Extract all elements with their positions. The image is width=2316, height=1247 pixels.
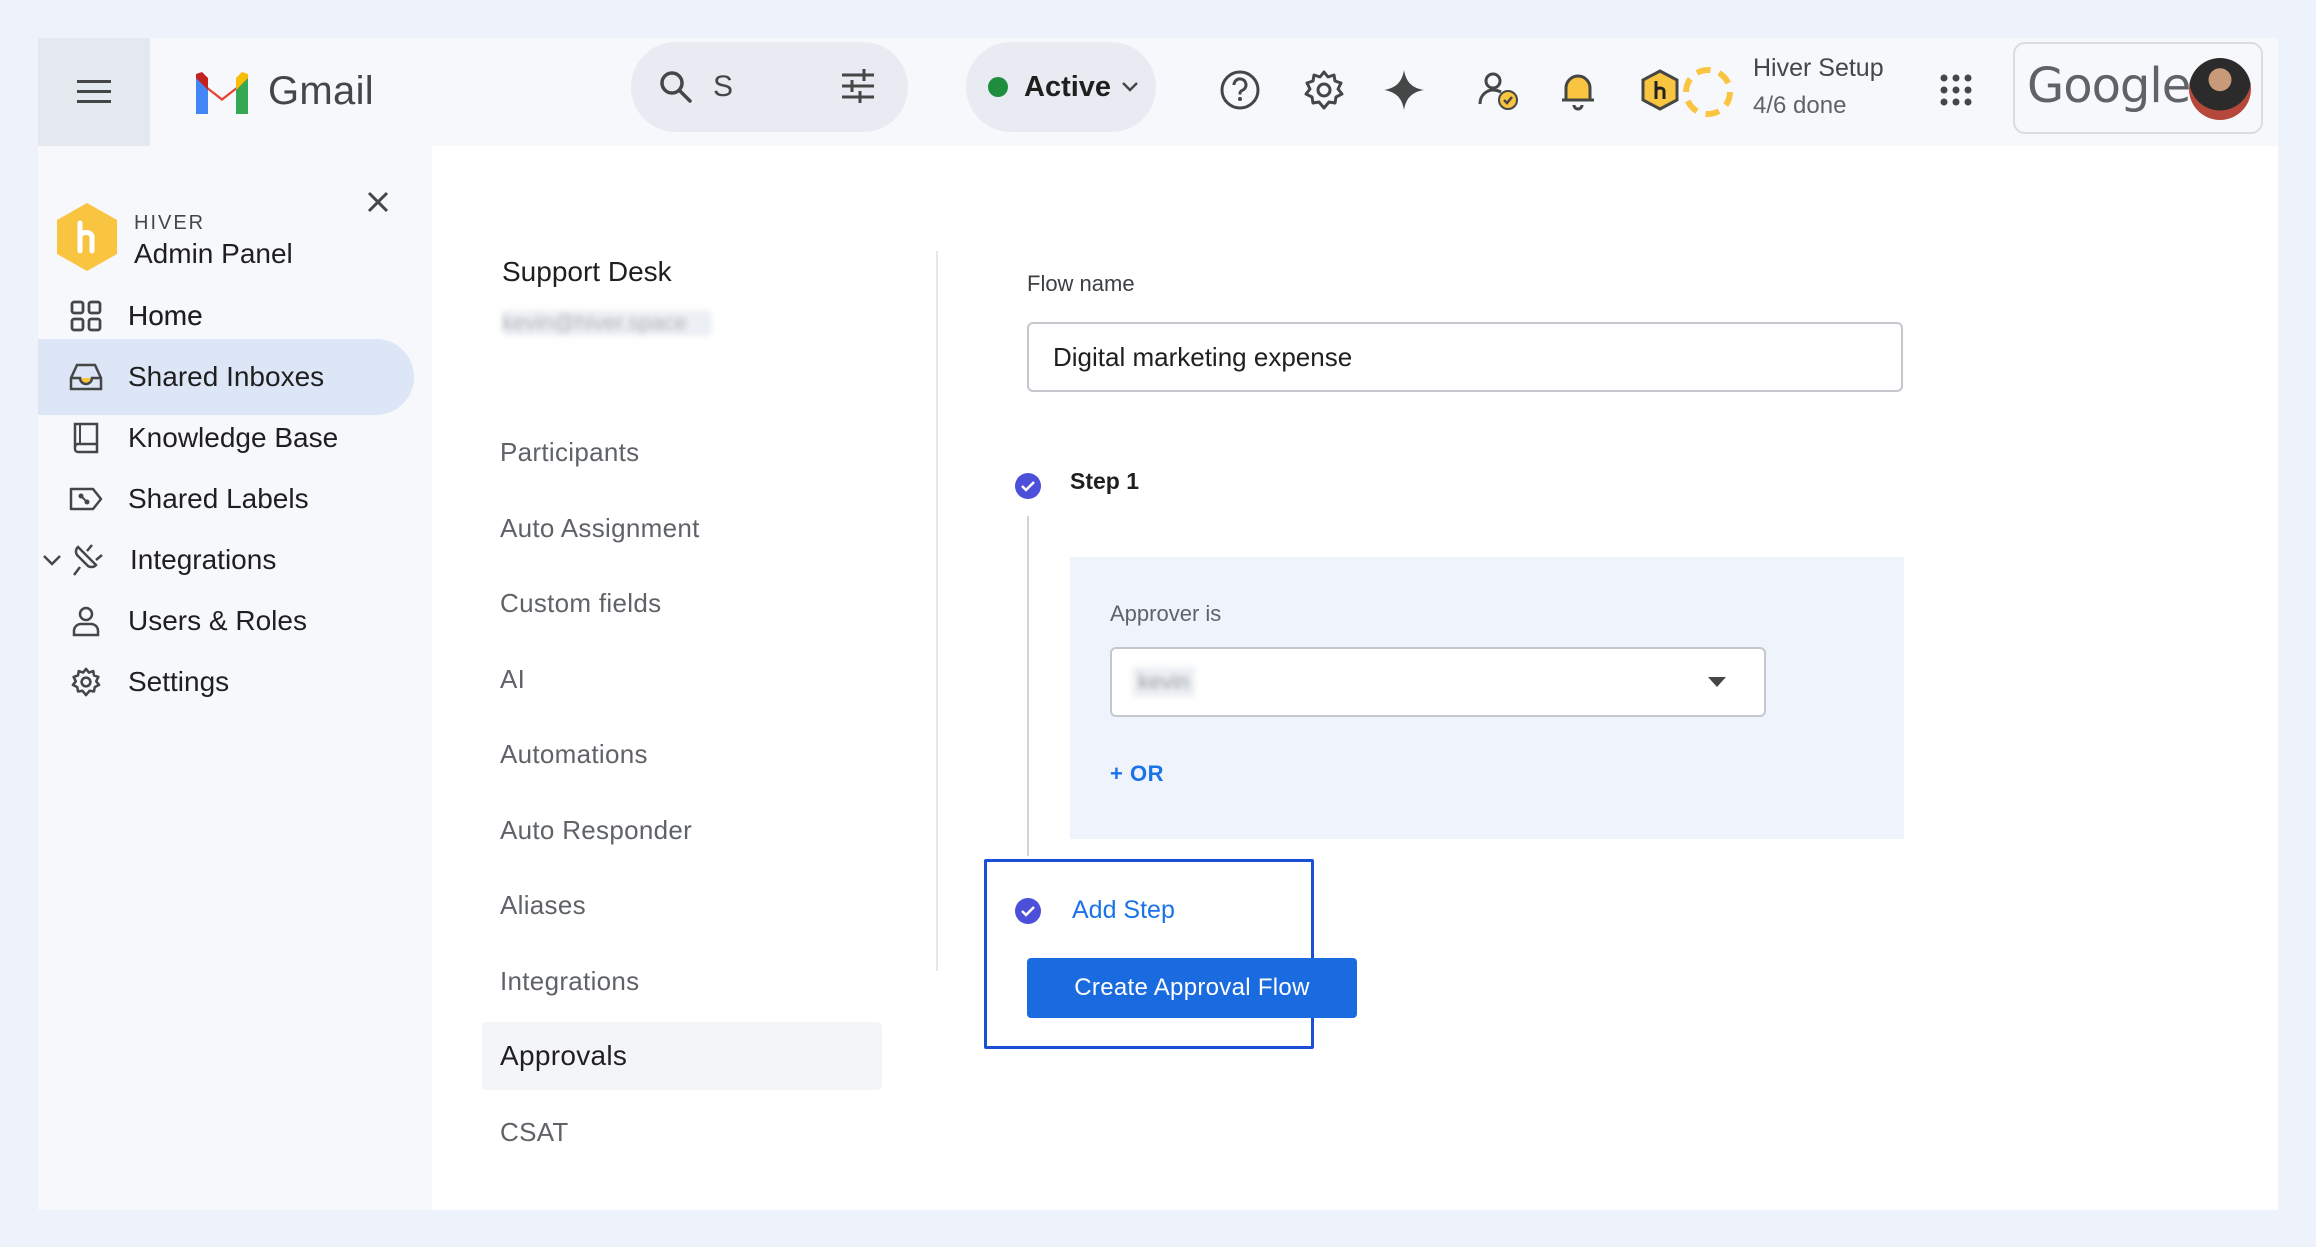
search-options-icon[interactable] bbox=[840, 68, 876, 104]
step-1-card: Approver is kevin + OR bbox=[1070, 557, 1904, 839]
approver-value: kevin bbox=[1132, 667, 1196, 697]
menu-item-csat[interactable]: CSAT bbox=[482, 1098, 882, 1166]
sidebar-item-label: Home bbox=[128, 300, 203, 331]
search-bar[interactable]: S bbox=[631, 42, 908, 132]
top-bar: Gmail S Active Hiver Setup 4/6 done Goog… bbox=[38, 38, 2278, 146]
sidebar-item-label: Shared Inboxes bbox=[128, 361, 325, 392]
add-or-condition-link[interactable]: + OR bbox=[1110, 761, 1164, 787]
main-content: Support Desk kevin@hiver.space Participa… bbox=[432, 146, 2278, 1210]
gear-icon bbox=[68, 664, 104, 700]
hamburger-icon bbox=[77, 80, 111, 103]
dropdown-arrow-icon bbox=[1708, 677, 1726, 687]
add-step-check-icon bbox=[1015, 898, 1041, 924]
notifications-button[interactable] bbox=[1554, 66, 1602, 114]
settings-button[interactable] bbox=[1300, 66, 1348, 114]
hiver-brand: HIVER bbox=[134, 212, 206, 234]
flow-name-label: Flow name bbox=[1027, 271, 1135, 296]
column-divider bbox=[936, 251, 938, 971]
menu-item-auto-responder[interactable]: Auto Responder bbox=[482, 796, 882, 864]
approver-label: Approver is bbox=[1110, 601, 1222, 626]
chevron-down-icon bbox=[1122, 82, 1138, 92]
inbox-title: Support Desk bbox=[502, 256, 672, 287]
apps-button[interactable] bbox=[1932, 66, 1980, 114]
flow-name-input[interactable]: Digital marketing expense bbox=[1027, 322, 1903, 392]
person-check-icon bbox=[1478, 72, 1518, 110]
avatar[interactable] bbox=[2189, 58, 2251, 120]
create-approval-flow-button[interactable]: Create Approval Flow bbox=[1027, 958, 1357, 1018]
menu-item-ai[interactable]: AI bbox=[482, 645, 882, 713]
step-1-check-icon bbox=[1015, 473, 1041, 499]
close-icon bbox=[367, 191, 389, 213]
highlight-box bbox=[984, 859, 1314, 1049]
chevron-down-icon[interactable] bbox=[40, 548, 64, 572]
admin-panel-title: Admin Panel bbox=[134, 238, 293, 269]
admin-sidebar: HIVER Admin Panel Home Home Shared Inboxe… bbox=[38, 146, 432, 1210]
menu-item-integrations[interactable]: Integrations bbox=[482, 947, 882, 1015]
close-button[interactable] bbox=[360, 184, 396, 220]
grid-icon bbox=[68, 298, 104, 334]
approver-select[interactable]: kevin bbox=[1110, 647, 1766, 717]
menu-item-automations[interactable]: Automations bbox=[482, 720, 882, 788]
add-step-link[interactable]: Add Step bbox=[1072, 896, 1175, 925]
inbox-icon bbox=[68, 359, 104, 395]
sidebar-item-label: Settings bbox=[128, 666, 230, 697]
google-wordmark: Google bbox=[2027, 58, 2191, 114]
setup-progress-text: 4/6 done bbox=[1753, 92, 1847, 119]
account-switcher[interactable]: Google bbox=[2013, 42, 2263, 134]
plug-icon bbox=[70, 542, 106, 578]
search-input[interactable]: S bbox=[713, 70, 733, 104]
gmail-m-icon bbox=[196, 72, 248, 114]
step-1-label: Step 1 bbox=[1070, 468, 1140, 494]
sidebar-item-label: Users & Roles bbox=[128, 605, 307, 636]
main-menu-button[interactable] bbox=[38, 38, 150, 146]
gmail-logo[interactable]: Gmail bbox=[192, 68, 374, 114]
sidebar-item-label: Shared Labels bbox=[128, 483, 309, 514]
sidebar-item-label: Integrations bbox=[130, 544, 277, 575]
user-status-button[interactable] bbox=[1474, 66, 1522, 114]
gear-icon bbox=[1304, 70, 1344, 110]
gmail-wordmark: Gmail bbox=[268, 68, 374, 113]
menu-item-custom-fields[interactable]: Custom fields bbox=[482, 569, 882, 637]
search-icon bbox=[660, 71, 692, 103]
help-button[interactable] bbox=[1216, 66, 1264, 114]
menu-item-approvals[interactable]: Approvals bbox=[482, 1022, 882, 1090]
menu-item-participants[interactable]: Participants bbox=[482, 418, 882, 486]
setup-title[interactable]: Hiver Setup bbox=[1753, 54, 1884, 83]
step-connector-line bbox=[1027, 516, 1029, 856]
sidebar-item-label: Knowledge Base bbox=[128, 422, 339, 453]
label-icon bbox=[68, 481, 104, 517]
menu-item-aliases[interactable]: Aliases bbox=[482, 871, 882, 939]
status-dot-icon bbox=[988, 77, 1008, 97]
sparkle-icon bbox=[1384, 70, 1424, 110]
status-selector[interactable]: Active bbox=[966, 42, 1156, 132]
sidebar-item-settings[interactable]: Settings bbox=[38, 644, 414, 720]
status-label: Active bbox=[1024, 70, 1112, 103]
gemini-button[interactable] bbox=[1380, 66, 1428, 114]
book-icon bbox=[68, 420, 104, 456]
hiver-logo-icon bbox=[57, 203, 117, 271]
help-icon bbox=[1220, 70, 1260, 110]
apps-grid-icon bbox=[1940, 74, 1972, 106]
person-icon bbox=[68, 603, 104, 639]
hiver-button[interactable] bbox=[1636, 66, 1684, 114]
setup-progress-ring[interactable] bbox=[1680, 64, 1736, 120]
bell-icon bbox=[1562, 74, 1594, 111]
app-window: Gmail S Active Hiver Setup 4/6 done Goog… bbox=[38, 38, 2278, 1210]
hiver-hex-icon bbox=[1641, 69, 1679, 111]
menu-item-auto-assignment[interactable]: Auto Assignment bbox=[482, 494, 882, 562]
inbox-email: kevin@hiver.space bbox=[502, 310, 712, 336]
